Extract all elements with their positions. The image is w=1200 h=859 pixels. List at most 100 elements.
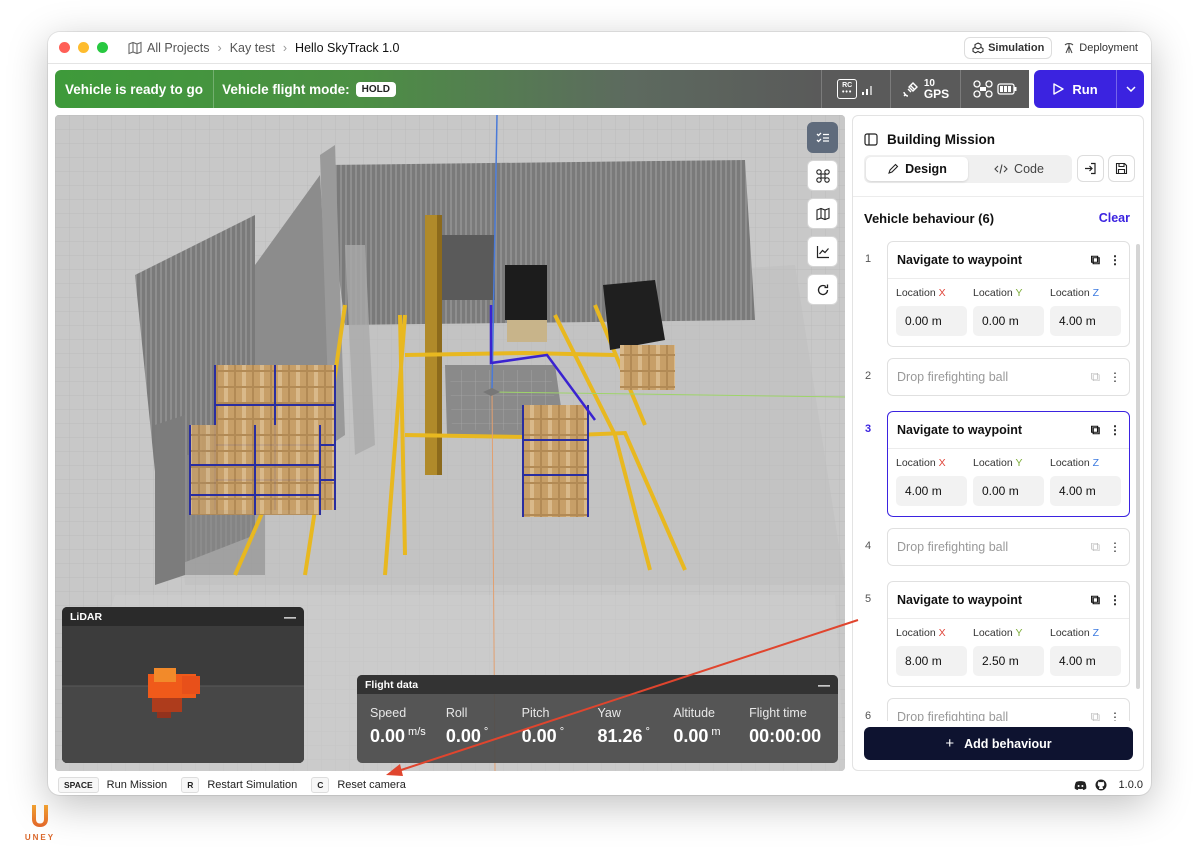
import-mission-button[interactable]	[1077, 155, 1104, 182]
tab-simulation[interactable]: Simulation	[964, 37, 1053, 59]
behaviour-card-header: Drop firefighting ball ⧉ ⋮	[888, 359, 1129, 395]
duplicate-icon[interactable]: ⧉	[1091, 252, 1100, 268]
more-options-icon[interactable]: ⋮	[1109, 370, 1121, 384]
3d-viewport[interactable]: LiDAR — Flight data — Speed 0.00 m/s Rol…	[55, 115, 845, 771]
flight-mode-badge: HOLD	[355, 81, 396, 97]
shortcut-key: C	[311, 777, 330, 793]
location-x-input[interactable]: 8.00 m	[896, 646, 967, 676]
shortcut-label: Run Mission	[106, 779, 168, 791]
save-mission-button[interactable]	[1108, 155, 1135, 182]
roll-label: Roll	[445, 706, 468, 720]
roll-unit: °	[483, 726, 489, 738]
behaviour-card[interactable]: Drop firefighting ball ⧉ ⋮	[887, 698, 1130, 721]
clear-behaviours-button[interactable]: Clear	[1099, 211, 1130, 225]
duplicate-icon[interactable]: ⧉	[1091, 369, 1100, 385]
behaviour-card-selected[interactable]: Navigate to waypoint ⧉ ⋮ Location X Locat…	[887, 411, 1130, 517]
location-y-input[interactable]: 0.00 m	[973, 476, 1044, 506]
cubes-icon	[972, 42, 984, 54]
mission-checklist-button[interactable]	[807, 122, 838, 153]
tab-deployment[interactable]: Deployment	[1056, 37, 1145, 59]
behaviour-card-header: Drop firefighting ball ⧉ ⋮	[888, 529, 1129, 565]
behaviour-number: 2	[865, 370, 872, 382]
sidebar-toggle-icon[interactable]	[864, 133, 878, 146]
location-y-input[interactable]: 0.00 m	[973, 306, 1044, 336]
tab-design[interactable]: Design	[866, 157, 968, 181]
more-options-icon[interactable]: ⋮	[1109, 253, 1121, 267]
speed-readout: Speed 0.00 m/s	[370, 706, 446, 747]
speed-value: 0.00	[370, 726, 406, 746]
drone-icon	[815, 168, 830, 183]
add-behaviour-button[interactable]: + Add behaviour	[864, 727, 1133, 760]
run-button-group: Run	[1034, 70, 1144, 108]
duplicate-icon[interactable]: ⧉	[1091, 592, 1100, 608]
duplicate-icon[interactable]: ⧉	[1091, 539, 1100, 555]
map-view-button[interactable]	[807, 198, 838, 229]
location-z-input[interactable]: 4.00 m	[1050, 306, 1121, 336]
behaviour-card-header: Navigate to waypoint ⧉ ⋮	[888, 582, 1129, 618]
more-options-icon[interactable]: ⋮	[1109, 710, 1121, 721]
speed-unit: m/s	[408, 726, 426, 738]
location-z-label: Location Z	[1050, 457, 1100, 469]
drone-view-button[interactable]	[807, 160, 838, 191]
bottom-right-links: 1.0.0	[1074, 775, 1143, 795]
discord-icon[interactable]	[1074, 780, 1087, 791]
github-icon[interactable]	[1095, 779, 1107, 791]
more-options-icon[interactable]: ⋮	[1109, 423, 1121, 437]
import-icon	[1085, 162, 1096, 175]
location-y-input[interactable]: 2.50 m	[973, 646, 1044, 676]
map-icon	[128, 41, 142, 54]
roll-value: 0.00	[445, 726, 481, 746]
minimize-lidar-button[interactable]: —	[284, 610, 296, 624]
run-button[interactable]: Run	[1034, 82, 1116, 97]
rc-label: RC	[842, 82, 853, 89]
title-bar: All Projects › Kay test › Hello SkyTrack…	[48, 32, 1151, 64]
breadcrumb-project[interactable]: Kay test	[230, 41, 275, 55]
lidar-title: LiDAR	[70, 610, 103, 623]
minimize-window-button[interactable]	[78, 42, 89, 53]
reset-view-button[interactable]	[807, 274, 838, 305]
behaviour-card[interactable]: Navigate to waypoint ⧉ ⋮ Location X Locat…	[887, 241, 1130, 347]
location-z-input[interactable]: 4.00 m	[1050, 646, 1121, 676]
shortcut-restart-simulation[interactable]: R Restart Simulation	[181, 777, 297, 793]
behaviour-card[interactable]: Drop firefighting ball ⧉ ⋮	[887, 358, 1130, 396]
more-options-icon[interactable]: ⋮	[1109, 540, 1121, 554]
location-x-input[interactable]: 4.00 m	[896, 476, 967, 506]
gps-label: GPS	[923, 87, 950, 101]
run-options-dropdown[interactable]	[1116, 70, 1144, 108]
ready-status: Vehicle is ready to go	[55, 70, 215, 108]
shortcut-key: R	[181, 777, 200, 793]
location-x-input[interactable]: 0.00 m	[896, 306, 967, 336]
location-z-input[interactable]: 4.00 m	[1050, 476, 1121, 506]
shortcut-bar: SPACE Run Mission R Restart Simulation C…	[48, 775, 1151, 795]
list-check-icon	[816, 132, 829, 142]
location-x-label: Location X	[896, 287, 946, 299]
altitude-readout: Altitude 0.00 m	[673, 706, 749, 747]
battery-icon	[997, 83, 1017, 95]
tab-code[interactable]: Code	[968, 157, 1070, 181]
behaviour-list-scrollbar[interactable]	[1136, 244, 1140, 689]
shortcut-run-mission[interactable]: SPACE Run Mission	[58, 777, 167, 793]
altitude-value: 0.00	[673, 726, 709, 746]
flight-mode-label: Vehicle flight mode:	[222, 81, 350, 97]
chart-view-button[interactable]	[807, 236, 838, 267]
behaviour-card[interactable]: Drop firefighting ball ⧉ ⋮	[887, 528, 1130, 566]
close-window-button[interactable]	[59, 42, 70, 53]
duplicate-icon[interactable]: ⧉	[1091, 709, 1100, 721]
sidebar-header: Building Mission	[864, 132, 995, 147]
altitude-label: Altitude	[673, 706, 716, 720]
pitch-label: Pitch	[521, 706, 550, 720]
behaviour-title: Navigate to waypoint	[897, 253, 1023, 267]
flight-data-panel: Flight data — Speed 0.00 m/s Roll 0.00 ° P…	[357, 675, 838, 763]
mode-tabs: Simulation Deployment	[964, 37, 1145, 59]
pitch-unit: °	[559, 726, 565, 738]
breadcrumb-all-projects[interactable]: All Projects	[147, 41, 210, 55]
gps-indicator: 10 GPS	[890, 70, 959, 108]
shortcut-reset-camera[interactable]: C Reset camera	[311, 777, 406, 793]
flight-data-header: Flight data —	[357, 675, 838, 694]
behaviour-card[interactable]: Navigate to waypoint ⧉ ⋮ Location X Locat…	[887, 581, 1130, 687]
more-options-icon[interactable]: ⋮	[1109, 593, 1121, 607]
maximize-window-button[interactable]	[97, 42, 108, 53]
behaviour-list: 1 Navigate to waypoint ⧉ ⋮ Location X Loc…	[853, 241, 1139, 721]
duplicate-icon[interactable]: ⧉	[1091, 422, 1100, 438]
minimize-flight-data-button[interactable]: —	[818, 678, 830, 692]
